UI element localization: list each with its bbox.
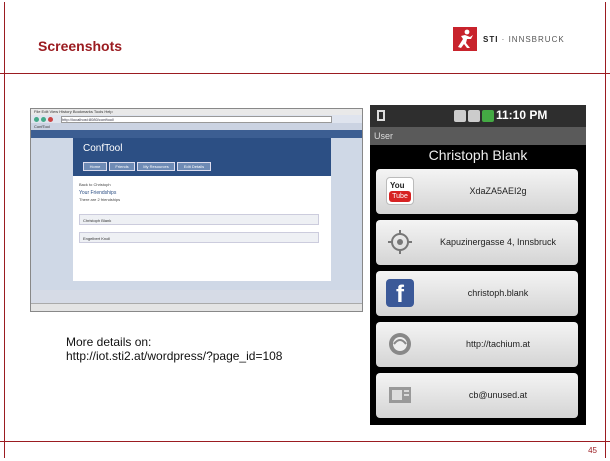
browser-page: ConfTool Home Friends My Resources Edit … xyxy=(31,138,362,290)
slide: Screenshots STI · INNSBRUCK File Edit Vi… xyxy=(0,0,610,461)
conftool-body: Back to Christoph Your Friendships There… xyxy=(73,176,331,281)
sti-logo: STI · INNSBRUCK xyxy=(453,27,565,51)
conftool-friends-button: Friends xyxy=(109,162,135,171)
conftool-row: Engelbert Knoll xyxy=(79,232,319,243)
conftool-breadcrumb: Back to Christoph xyxy=(79,182,111,187)
browser-screenshot: File Edit View History Bookmarks Tools H… xyxy=(30,108,363,312)
conftool-row: Christoph Blank xyxy=(79,214,319,225)
phone-screenshot: 11:10 PM User Christoph Blank You Tube X… xyxy=(370,105,586,425)
signal-icon xyxy=(454,110,494,122)
phone-clock: 11:10 PM xyxy=(496,108,548,122)
conftool-resources-button: My Resources xyxy=(137,162,175,171)
conftool-home-button: Home xyxy=(83,162,107,171)
browser-status-bar xyxy=(31,303,362,311)
conftool-title: ConfTool xyxy=(83,143,123,154)
contact-item-label: http://tachium.at xyxy=(465,339,531,349)
contact-item-location[interactable]: Kapuzinergasse 4, Innsbruck xyxy=(376,220,578,265)
contact-item-label: XdaZA5AEI2g xyxy=(469,186,527,196)
browser-bookmarks-bar xyxy=(31,130,362,138)
email-icon xyxy=(386,381,414,409)
header-divider xyxy=(0,73,610,74)
footer-divider xyxy=(0,441,610,442)
browser-tab: ConfTool xyxy=(31,123,362,130)
contact-item-label: cb@unused.at xyxy=(468,390,528,400)
conftool-header: ConfTool Home Friends My Resources Edit … xyxy=(73,138,331,176)
contact-item-youtube[interactable]: You Tube XdaZA5AEI2g xyxy=(376,169,578,214)
contact-name: Christoph Blank xyxy=(428,147,528,163)
sim-icon xyxy=(377,110,385,121)
phone-status-bar: 11:10 PM xyxy=(370,105,586,127)
more-details-link[interactable]: http://iot.sti2.at/wordpress/?page_id=10… xyxy=(66,349,282,363)
forward-icon xyxy=(41,116,46,122)
contact-item-facebook[interactable]: f christoph.blank xyxy=(376,271,578,316)
contact-item-label: christoph.blank xyxy=(467,288,529,298)
conftool-edit-button: Edit Details xyxy=(177,162,211,171)
back-icon xyxy=(34,116,39,122)
contact-item-web[interactable]: http://tachium.at xyxy=(376,322,578,367)
web-icon xyxy=(386,330,414,358)
browser-nav-bar: http://localhost:8080/conftool/ xyxy=(31,115,362,123)
conftool-section-sub: There are 2 friendships xyxy=(79,197,121,202)
phone-app-title: User xyxy=(370,127,586,145)
more-details: More details on: http://iot.sti2.at/word… xyxy=(66,335,282,363)
page-number: 45 xyxy=(588,446,597,455)
contact-item-email[interactable]: cb@unused.at xyxy=(376,373,578,418)
reload-icon xyxy=(48,116,53,122)
location-icon xyxy=(386,228,414,256)
more-details-label: More details on: xyxy=(66,335,152,349)
youtube-icon: You Tube xyxy=(386,177,414,205)
sti-logo-text: STI · INNSBRUCK xyxy=(483,34,565,44)
facebook-icon: f xyxy=(386,279,414,308)
slide-title: Screenshots xyxy=(38,38,123,54)
conftool-section-title: Your Friendships xyxy=(79,190,117,196)
contact-item-label: Kapuzinergasse 4, Innsbruck xyxy=(439,237,557,247)
sti-logo-icon xyxy=(453,27,477,51)
browser-url-field: http://localhost:8080/conftool/ xyxy=(61,115,332,123)
